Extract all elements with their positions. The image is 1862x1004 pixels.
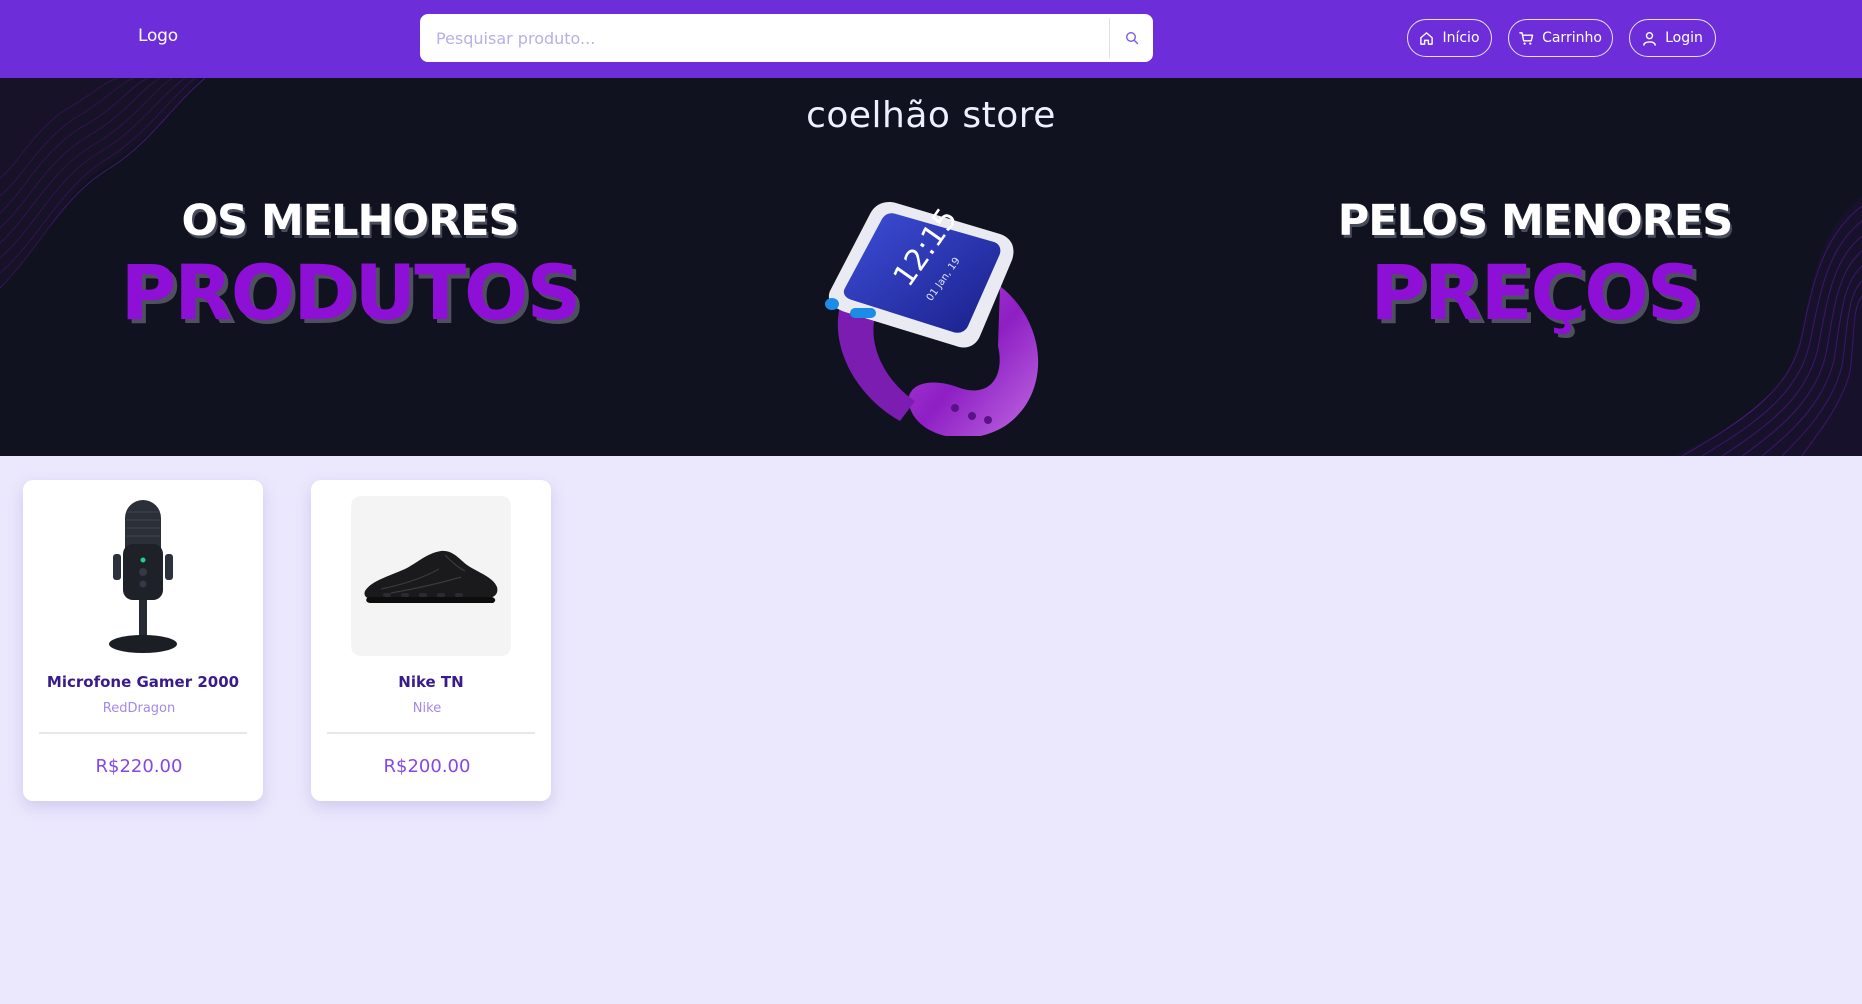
smartwatch-illustration: 12:15 01 Jan, 19 [825,202,1039,436]
top-navbar: Logo Início Carrinho Login [0,0,1862,78]
nav-cart-button[interactable]: Carrinho [1508,19,1613,57]
headline-right: PELOS MENORES PREÇOS [1275,196,1795,337]
product-name: Nike TN [398,673,464,691]
user-icon [1643,31,1656,46]
nav-login-button[interactable]: Login [1629,19,1716,57]
product-card[interactable]: Nike TN Nike R$200.00 [311,480,551,801]
product-image [63,496,223,656]
headline-right-big: PREÇOS [1370,248,1701,337]
microphone-image [109,500,177,653]
nav-login-label: Login [1665,30,1703,46]
product-brand: Nike [412,701,442,716]
store-name: coelhão store [806,95,1056,136]
product-card[interactable]: Microfone Gamer 2000 RedDragon R$220.00 [23,480,263,801]
headline-left: OS MELHORES PRODUTOS [90,196,610,337]
sneaker-image [364,550,498,603]
search-input[interactable] [420,14,1108,62]
hero-banner: coelhão store OS MELHORES PRODUTOS PELOS… [0,78,1862,456]
nav-home-label: Início [1442,30,1480,46]
logo[interactable]: Logo [138,26,178,46]
product-image [351,496,511,656]
product-price: R$220.00 [95,756,183,777]
nav-cart-label: Carrinho [1542,30,1602,46]
headline-right-small: PELOS MENORES [1337,196,1733,246]
product-price: R$200.00 [383,756,471,777]
product-divider [327,732,535,734]
search-button[interactable] [1110,14,1153,62]
nav-home-button[interactable]: Início [1407,19,1492,57]
product-brand: RedDragon [102,701,176,716]
product-divider [39,732,247,734]
cart-icon [1519,31,1534,45]
headline-left-small: OS MELHORES [181,196,519,246]
search-icon [1125,31,1138,45]
home-icon [1420,31,1434,45]
product-name: Microfone Gamer 2000 [46,673,240,691]
headline-left-big: PRODUTOS [120,248,582,337]
search-bar [420,14,1153,62]
